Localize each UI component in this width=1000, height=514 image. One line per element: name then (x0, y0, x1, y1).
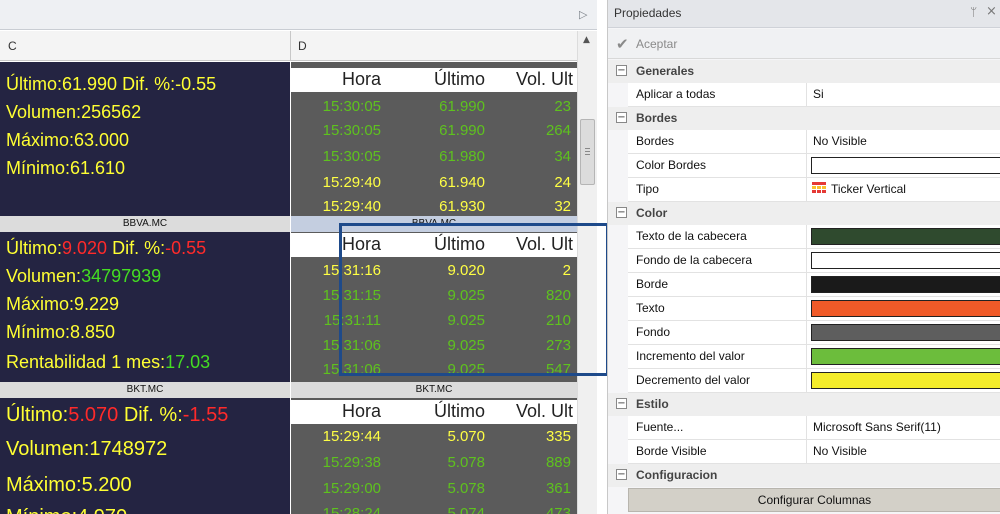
prop-row-texto[interactable]: Texto (628, 297, 1000, 321)
ultimo-line: Último:5.070 Dif. %:-1.55 (6, 404, 229, 426)
table-row: 15:30:05 61.980 34 (322, 148, 571, 165)
group-bordes[interactable]: − Bordes (608, 107, 1000, 130)
prop-row-fondo[interactable]: Fondo (628, 321, 1000, 345)
properties-toolbar: ✔ Aceptar (608, 29, 1000, 59)
prop-row-tipo[interactable]: Tipo Ticker Vertical (628, 178, 1000, 202)
properties-title: Propiedades (614, 6, 682, 20)
close-icon[interactable]: × (986, 4, 997, 19)
collapse-icon[interactable]: − (616, 469, 627, 480)
header-vol-ult: Vol. Ult (515, 69, 573, 89)
color-swatch[interactable] (811, 348, 1000, 365)
prop-row-incremento[interactable]: Incremento del valor (628, 345, 1000, 369)
header-hora: Hora (341, 401, 381, 421)
ticker-table-header: Hora Último Vol. Ult (291, 68, 577, 92)
minimo-line: Mínimo:8.850 (6, 322, 116, 342)
maximo-line: Máximo:5.200 (6, 474, 132, 496)
maximo-line: Máximo:9.229 (6, 294, 120, 314)
column-header-row: C D (0, 31, 577, 61)
prop-row-aplicar[interactable]: Aplicar a todas Si (628, 83, 1000, 107)
prop-row-borde[interactable]: Borde (628, 273, 1000, 297)
column-header-c[interactable]: C (8, 39, 17, 53)
selection-highlight-box (339, 223, 609, 376)
table-row: 15:29:00 5.078 361 (322, 480, 571, 497)
group-estilo[interactable]: − Estilo (608, 393, 1000, 416)
collapse-icon[interactable]: − (616, 207, 627, 218)
color-swatch[interactable] (811, 157, 1000, 174)
prop-row-fuente[interactable]: Fuente... Microsoft Sans Serif(11) (628, 416, 1000, 440)
table-row: 15:28:24 5.074 473 (322, 505, 571, 514)
color-swatch[interactable] (811, 252, 1000, 269)
checkmark-icon: ✔ (616, 35, 629, 53)
column-separator[interactable] (290, 31, 291, 61)
grip-line (585, 154, 590, 155)
expand-arrow-icon[interactable]: ▷ (579, 8, 587, 21)
table-row: 15:29:40 61.930 32 (322, 198, 571, 215)
table-row: 15:30:05 61.990 23 (322, 98, 571, 115)
ultimo-line: Último:61.990 Dif. %:-0.55 (6, 74, 217, 94)
header-ultimo: Último (433, 69, 485, 89)
prop-row-decremento[interactable]: Decremento del valor (628, 369, 1000, 393)
table-row: 15:30:05 61.990 264 (322, 122, 571, 139)
group-generales[interactable]: − Generales (608, 60, 1000, 83)
minimo-line: Mínimo:61.610 (6, 158, 126, 178)
prop-row-fondo-cabecera[interactable]: Fondo de la cabecera (628, 249, 1000, 273)
volumen-line: Volumen:256562 (6, 102, 142, 122)
ticker-caption-left: BBVA.MC (0, 216, 290, 232)
group-configuracion[interactable]: − Configuracion (608, 464, 1000, 487)
collapse-icon[interactable]: − (616, 112, 627, 123)
header-ultimo: Último (433, 401, 485, 421)
volumen-line: Volumen:1748972 (6, 438, 168, 460)
group-color[interactable]: − Color (608, 202, 1000, 225)
collapse-icon[interactable]: − (616, 65, 627, 76)
prop-row-bordes[interactable]: Bordes No Visible (628, 130, 1000, 154)
table-row: 15:29:38 5.078 889 (322, 454, 571, 471)
prop-row-texto-cabecera[interactable]: Texto de la cabecera (628, 225, 1000, 249)
grip-line (585, 148, 590, 149)
aceptar-button[interactable]: Aceptar (636, 37, 677, 51)
color-swatch[interactable] (811, 324, 1000, 341)
color-swatch[interactable] (811, 276, 1000, 293)
scroll-thumb[interactable] (580, 119, 595, 185)
properties-title-bar: Propiedades ᛘ × (608, 0, 1000, 28)
rentabilidad-line: Rentabilidad 1 mes:17.03 (6, 352, 211, 372)
prop-row-color-bordes[interactable]: Color Bordes (628, 154, 1000, 178)
header-vol-ult: Vol. Ult (515, 401, 573, 421)
color-swatch[interactable] (811, 300, 1000, 317)
properties-panel: Propiedades ᛘ × ✔ Aceptar − Generales Apl… (607, 0, 1000, 514)
ticker-table-header: Hora Último Vol. Ult (291, 400, 577, 424)
ultimo-line: Último:9.020 Dif. %:-0.55 (6, 238, 207, 258)
collapse-icon[interactable]: − (616, 398, 627, 409)
ticker-caption-right: BKT.MC (291, 382, 577, 398)
table-row: 15:29:44 5.070 335 (322, 428, 571, 445)
maximo-line: Máximo:63.000 (6, 130, 130, 150)
color-swatch[interactable] (811, 372, 1000, 389)
ticker-caption-left: BKT.MC (0, 382, 290, 398)
minimo-line: Mínimo:4.970 (6, 506, 127, 514)
color-swatch[interactable] (811, 228, 1000, 245)
column-header-d[interactable]: D (298, 39, 307, 53)
grip-line (585, 151, 590, 152)
scroll-up-icon[interactable]: ▲ (583, 35, 590, 45)
table-row: 15:29:40 61.940 24 (322, 174, 571, 191)
ticker-grid-icon (812, 182, 826, 197)
configurar-columnas-button[interactable]: Configurar Columnas (628, 488, 1000, 512)
header-hora: Hora (341, 69, 381, 89)
pin-icon[interactable]: ᛘ (970, 5, 977, 19)
volumen-line: Volumen:34797939 (6, 266, 162, 286)
prop-row-borde-visible[interactable]: Borde Visible No Visible (628, 440, 1000, 464)
sheet-toolbar: ▷ (0, 0, 597, 30)
